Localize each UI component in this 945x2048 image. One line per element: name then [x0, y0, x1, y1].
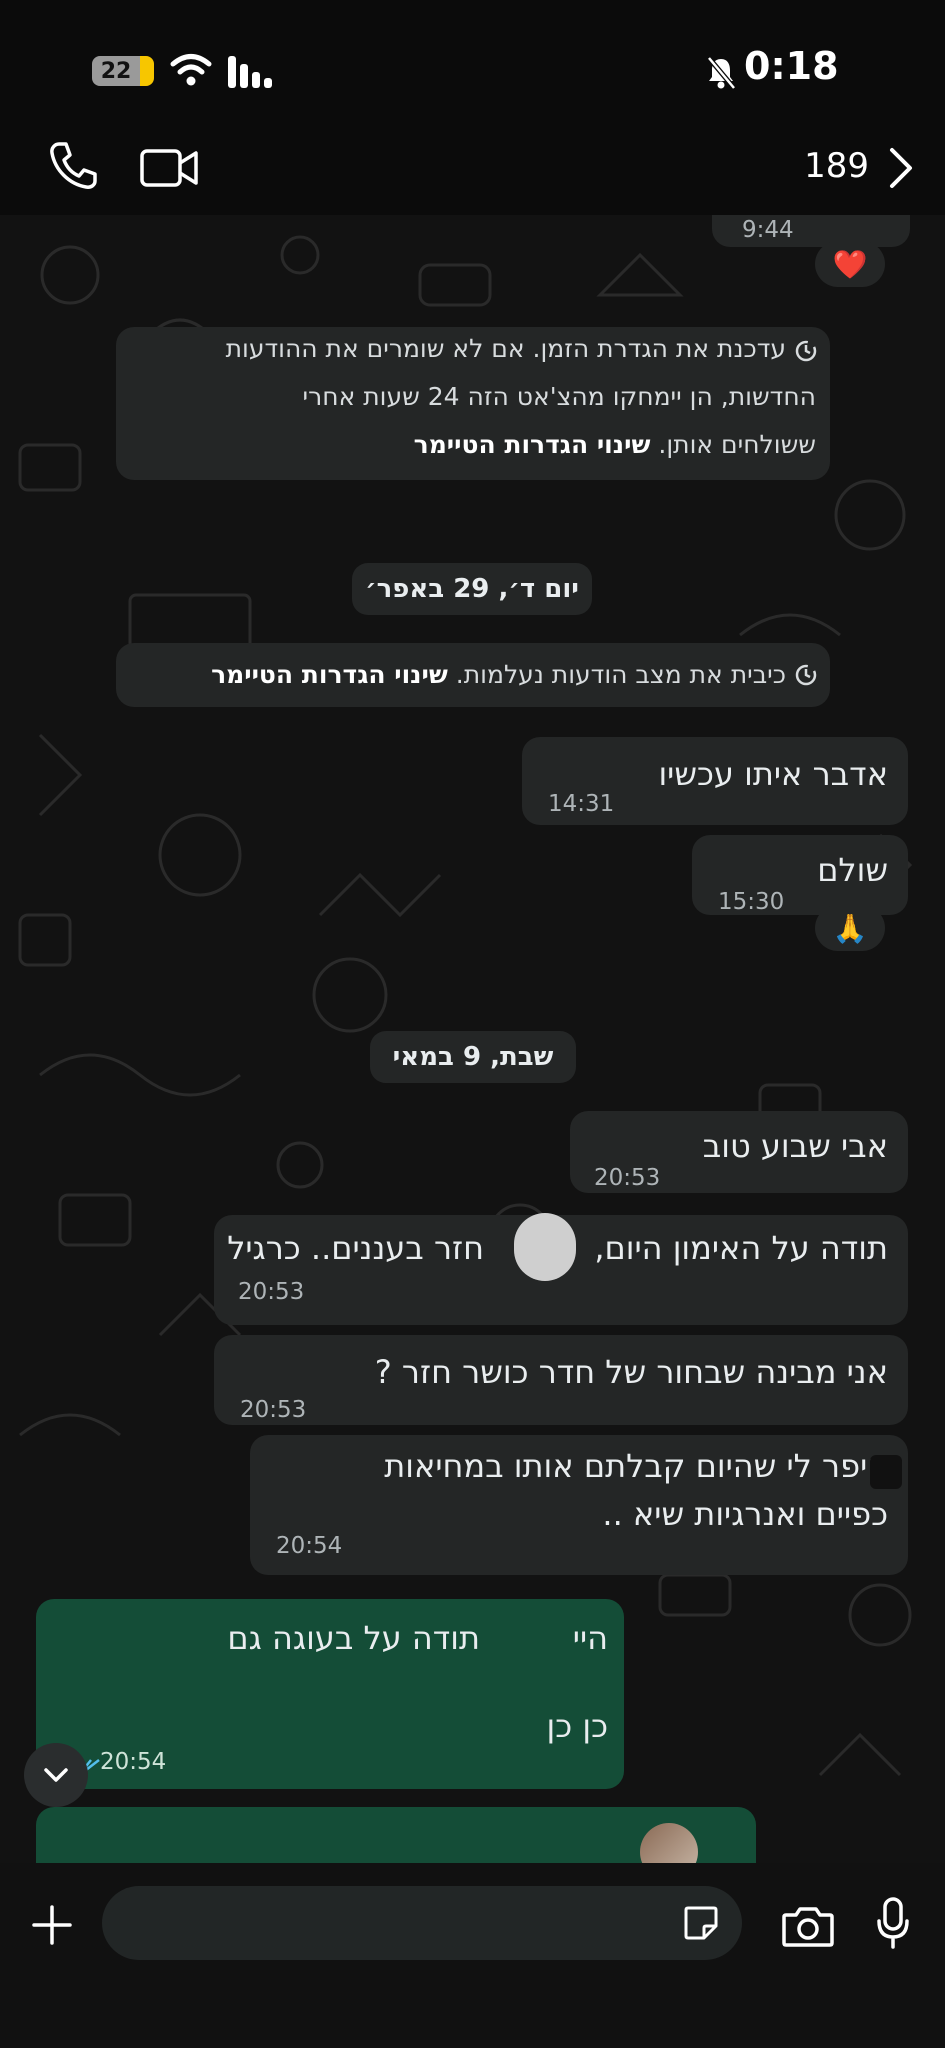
message-text: היי: [572, 1619, 608, 1657]
message-time: 15:30: [718, 889, 785, 915]
timer-icon: [795, 664, 817, 686]
system-text-line: ששולחים אותן.: [658, 430, 816, 459]
muted-bell-icon: [707, 56, 736, 90]
chat-header: 189: [0, 140, 945, 218]
blurred-name: [514, 1213, 576, 1281]
message-text: חזר בעננים.. כרגיל: [227, 1229, 484, 1267]
plus-icon[interactable]: [30, 1903, 74, 1947]
status-time: 0:18: [744, 44, 839, 88]
phone-call-icon[interactable]: [48, 140, 98, 192]
message-text: אדבר איתו עכשיו: [658, 755, 888, 793]
outgoing-message-partial[interactable]: [36, 1807, 756, 1863]
message-text: אני מבינה שבחור של חדר כושר חזר ?: [374, 1353, 888, 1391]
date-separator: שבת, 9 במאי: [370, 1031, 576, 1083]
partial-message[interactable]: 9:44: [712, 215, 910, 247]
video-call-icon[interactable]: [140, 148, 200, 188]
date-separator: יום ד׳, 29 באפר׳: [352, 563, 592, 615]
message-time: 20:53: [238, 1279, 305, 1305]
wifi-icon: [170, 54, 212, 86]
message-time: 20:54: [276, 1533, 343, 1559]
message-text: כפיים ואנרגיות שיא ..: [602, 1495, 888, 1533]
message-time: 20:53: [240, 1397, 307, 1423]
message-input[interactable]: [102, 1886, 742, 1960]
composer-bar: [0, 1863, 945, 2048]
sticker-icon[interactable]: [682, 1904, 720, 1942]
incoming-message[interactable]: אדבר איתו עכשיו 14:31: [522, 737, 908, 825]
battery-level: 22: [92, 56, 140, 86]
signal-icon: [228, 56, 272, 88]
battery-icon: 22: [92, 56, 154, 86]
status-bar: 22 0:18: [0, 0, 945, 140]
heart-reaction[interactable]: ❤️: [815, 241, 885, 287]
message-time: 20:53: [594, 1165, 661, 1191]
message-time: 20:54: [100, 1749, 167, 1775]
chevron-down-icon: [44, 1768, 68, 1782]
camera-icon[interactable]: [782, 1905, 834, 1947]
pray-reaction[interactable]: 🙏: [815, 905, 885, 951]
incoming-message[interactable]: אני מבינה שבחור של חדר כושר חזר ? 20:53: [214, 1335, 908, 1425]
chevron-right-icon[interactable]: [888, 146, 914, 190]
system-text: כיבית את מצב הודעות נעלמות.: [455, 660, 786, 689]
change-timer-settings-link[interactable]: שינוי הגדרות הטיימר: [414, 430, 651, 459]
microphone-icon[interactable]: [876, 1897, 910, 1949]
message-time: 9:44: [742, 217, 794, 243]
message-text: כן כן: [546, 1707, 608, 1745]
contact-avatar: [640, 1823, 698, 1863]
message-text: אבי שבוע טוב: [702, 1127, 888, 1165]
message-text: שולם: [817, 851, 888, 889]
unread-count: 189: [804, 146, 869, 186]
message-time: 14:31: [548, 791, 615, 817]
change-timer-settings-link[interactable]: שינוי הגדרות הטיימר: [211, 660, 448, 689]
message-text: תודה על האימון היום,: [594, 1229, 888, 1267]
system-message-timer: עדכנת את הגדרת הזמן. אם לא שומרים את ההו…: [116, 327, 830, 480]
incoming-message[interactable]: שולם 15:30: [692, 835, 908, 915]
incoming-message[interactable]: תודה על האימון היום, חזר בעננים.. כרגיל …: [214, 1213, 908, 1325]
system-text-line: עדכנת את הגדרת הזמן. אם לא שומרים את ההו…: [225, 334, 786, 363]
outgoing-message[interactable]: היי תודה על בעוגה גם כן כן 20:54: [36, 1599, 624, 1789]
message-text: תודה על בעוגה גם: [227, 1619, 480, 1657]
redacted-block: [870, 1455, 902, 1489]
scroll-down-button[interactable]: [24, 1743, 88, 1807]
chat-area[interactable]: 9:44 ❤️ עדכנת את הגדרת הזמן. אם לא שומרי…: [0, 215, 945, 1863]
system-message-disappearing: כיבית את מצב הודעות נעלמות. שינוי הגדרות…: [116, 643, 830, 707]
incoming-message[interactable]: אבי שבוע טוב 20:53: [570, 1111, 908, 1193]
incoming-message[interactable]: סיפר לי שהיום קבלתם אותו במחיאות כפיים ו…: [250, 1435, 908, 1575]
timer-icon: [795, 340, 817, 362]
system-text-line: החדשות, הן יימחקו מהצ'אט הזה 24 שעות אחר…: [302, 382, 816, 411]
message-text: סיפר לי שהיום קבלתם אותו במחיאות: [384, 1447, 888, 1485]
